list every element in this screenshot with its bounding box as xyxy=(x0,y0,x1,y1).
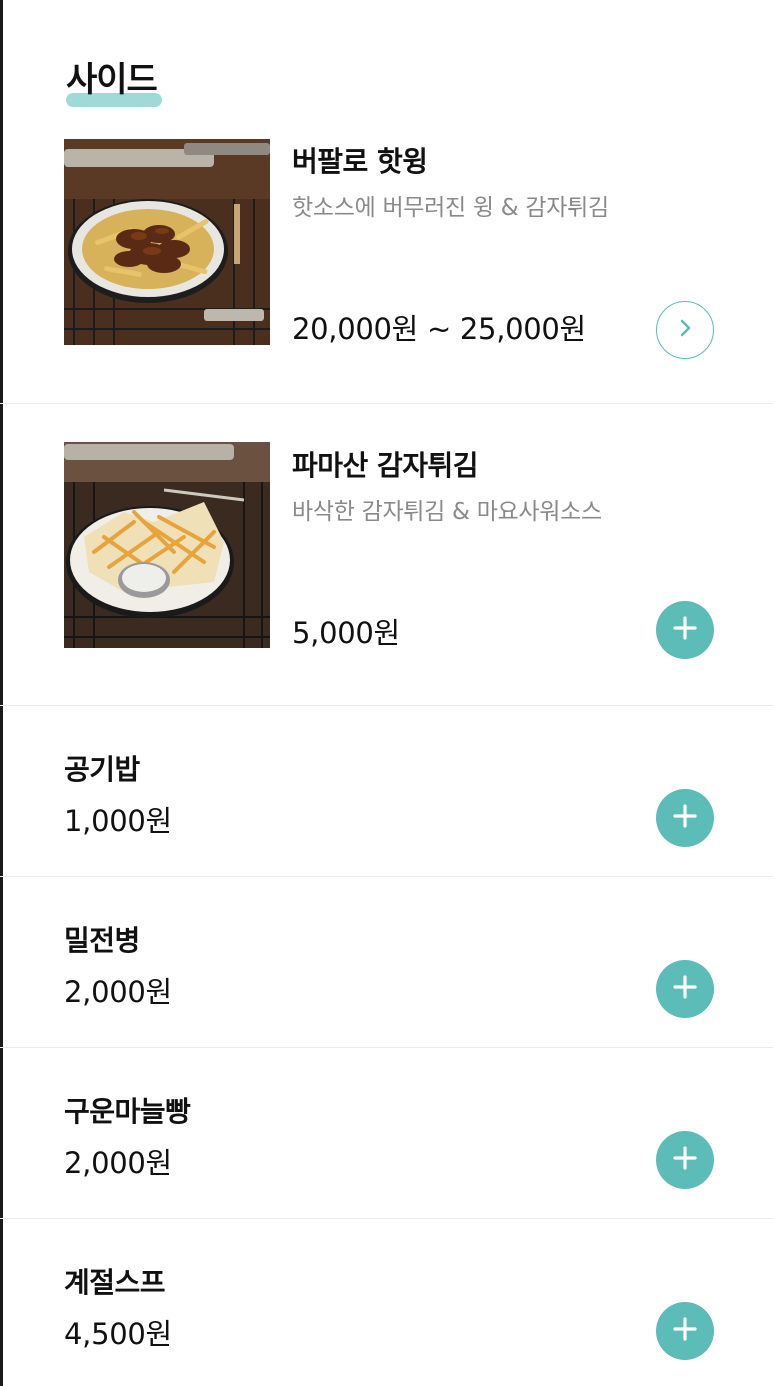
item-price: 2,000원 xyxy=(64,975,172,1009)
menu-item-garlic-bread[interactable]: 구운마늘빵 2,000원 xyxy=(0,1048,773,1219)
item-name: 버팔로 핫윙 xyxy=(292,145,428,178)
plus-icon xyxy=(671,614,699,646)
item-price: 20,000원 ~ 25,000원 xyxy=(292,312,586,346)
section-title: 사이드 xyxy=(66,52,162,107)
item-description: 바삭한 감자튀김 & 마요사워소스 xyxy=(292,499,602,525)
buffalo-wings-photo xyxy=(64,139,270,345)
plus-icon xyxy=(671,1315,699,1347)
parmesan-fries-photo xyxy=(64,442,270,648)
plus-icon xyxy=(671,973,699,1005)
item-name: 공기밥 xyxy=(64,753,140,786)
menu-item-wheat-crepe[interactable]: 밀전병 2,000원 xyxy=(0,877,773,1048)
plus-icon xyxy=(671,802,699,834)
item-description: 핫소스에 버무러진 윙 & 감자튀김 xyxy=(292,195,609,221)
item-price: 2,000원 xyxy=(64,1146,172,1180)
item-detail-button[interactable] xyxy=(656,301,714,359)
plus-icon xyxy=(671,1144,699,1176)
add-to-cart-button[interactable] xyxy=(656,1302,714,1360)
item-name: 계절스프 xyxy=(64,1266,166,1299)
add-to-cart-button[interactable] xyxy=(656,601,714,659)
item-name: 밀전병 xyxy=(64,924,140,957)
item-name: 파마산 감자튀김 xyxy=(292,449,479,482)
chevron-right-icon xyxy=(674,317,696,343)
add-to-cart-button[interactable] xyxy=(656,1131,714,1189)
item-price: 5,000원 xyxy=(292,616,400,650)
item-price: 1,000원 xyxy=(64,804,172,838)
menu-item-parmesan-fries[interactable]: 파마산 감자튀김 바삭한 감자튀김 & 마요사워소스 5,000원 xyxy=(0,404,773,706)
add-to-cart-button[interactable] xyxy=(656,789,714,847)
item-name: 구운마늘빵 xyxy=(64,1095,191,1128)
add-to-cart-button[interactable] xyxy=(656,960,714,1018)
menu-item-seasonal-soup[interactable]: 계절스프 4,500원 xyxy=(0,1219,773,1386)
menu-item-rice[interactable]: 공기밥 1,000원 xyxy=(0,706,773,877)
item-price: 4,500원 xyxy=(64,1317,172,1351)
